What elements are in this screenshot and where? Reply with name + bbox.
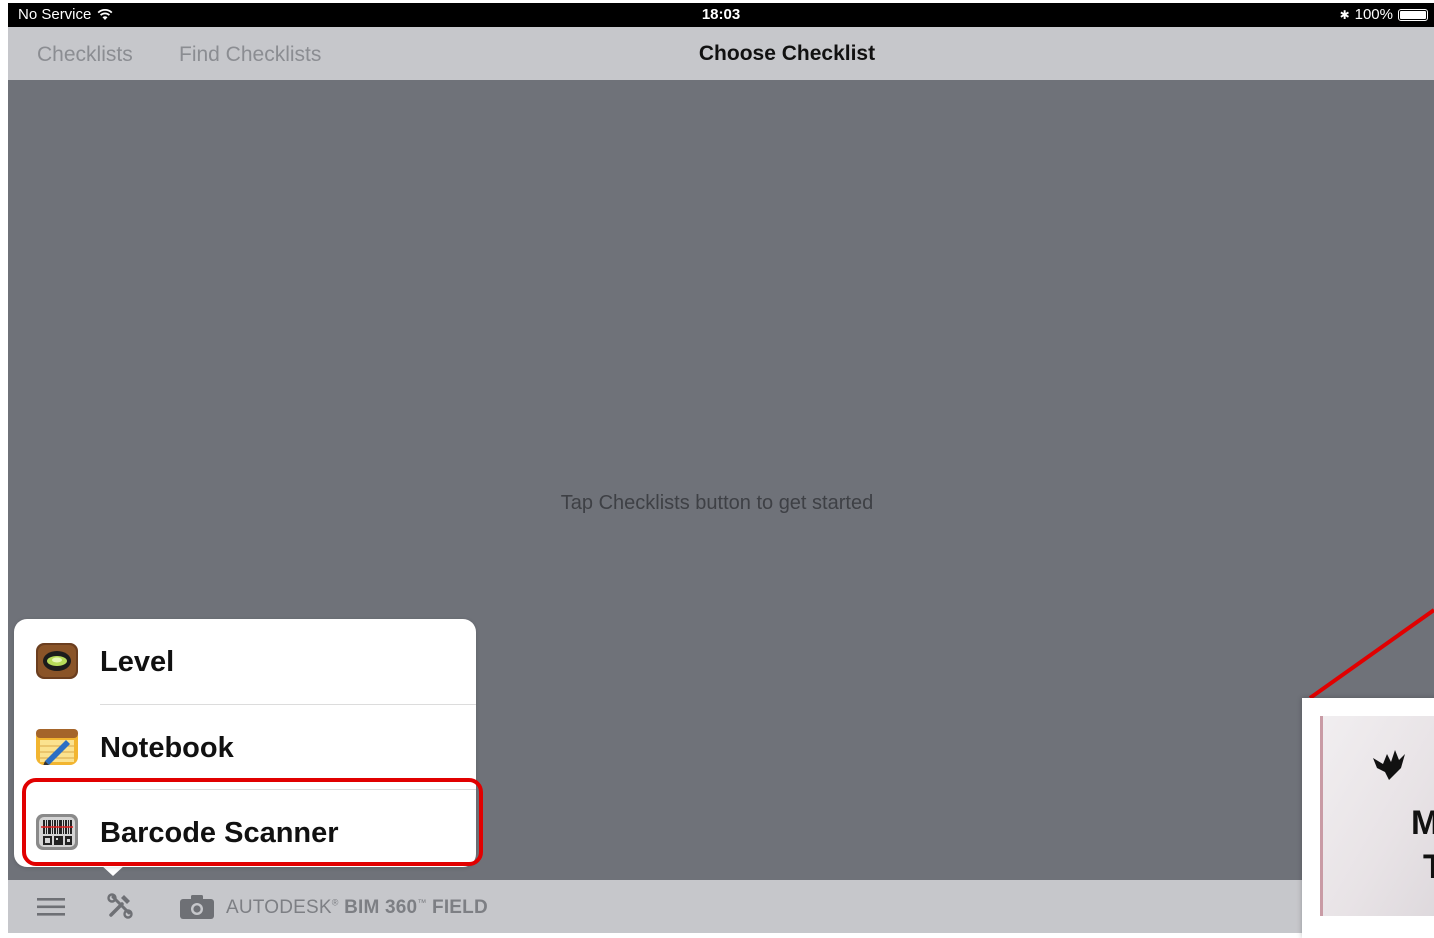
brand-logo: AUTODESK® BIM 360™ FIELD — [226, 897, 488, 919]
battery-percent: 100% — [1354, 6, 1393, 23]
status-bar: No Service 18:03 ✱ 100% — [8, 3, 1434, 27]
brand-product: BIM 360 — [344, 897, 418, 918]
page-title: Choose Checklist — [698, 42, 876, 65]
camera-icon[interactable] — [180, 895, 214, 919]
brand-field: FIELD — [432, 897, 488, 918]
menu-icon[interactable] — [37, 898, 65, 916]
scanned-tag-photo: M T — [1320, 716, 1434, 916]
brand-trademark: ™ — [417, 897, 427, 908]
zoomed-photo-inset: M T — [1302, 698, 1434, 938]
status-right: ✱ 100% — [1340, 6, 1428, 23]
popover-item-label: Barcode Scanner — [100, 817, 339, 849]
popover-item-notebook[interactable]: Notebook — [14, 705, 476, 789]
tag-letter: M — [1411, 804, 1434, 843]
bluetooth-icon: ✱ — [1339, 7, 1350, 22]
popover-item-barcode-scanner[interactable]: Barcode Scanner — [14, 790, 476, 874]
clock: 18:03 — [701, 6, 741, 23]
tools-icon[interactable] — [107, 893, 133, 919]
bottom-toolbar: AUTODESK® BIM 360™ FIELD — [8, 880, 1434, 933]
bat-logo-icon — [1373, 750, 1405, 780]
tools-popover: Level Notebook Barcode Scanner — [14, 619, 476, 867]
popover-item-level[interactable]: Level — [14, 619, 476, 703]
level-app-icon — [36, 643, 78, 679]
empty-state-message: Tap Checklists button to get started — [560, 492, 874, 514]
popover-item-label: Level — [100, 646, 175, 678]
nav-bar: Checklists Find Checklists Choose Checkl… — [8, 27, 1434, 80]
tag-letter: T — [1423, 848, 1434, 887]
battery-icon — [1398, 8, 1428, 21]
brand-registered: ® — [331, 897, 339, 908]
barcode-scanner-app-icon — [36, 814, 78, 850]
notebook-app-icon — [36, 729, 78, 765]
brand-autodesk: AUTODESK — [226, 897, 332, 918]
popover-item-label: Notebook — [100, 732, 234, 764]
